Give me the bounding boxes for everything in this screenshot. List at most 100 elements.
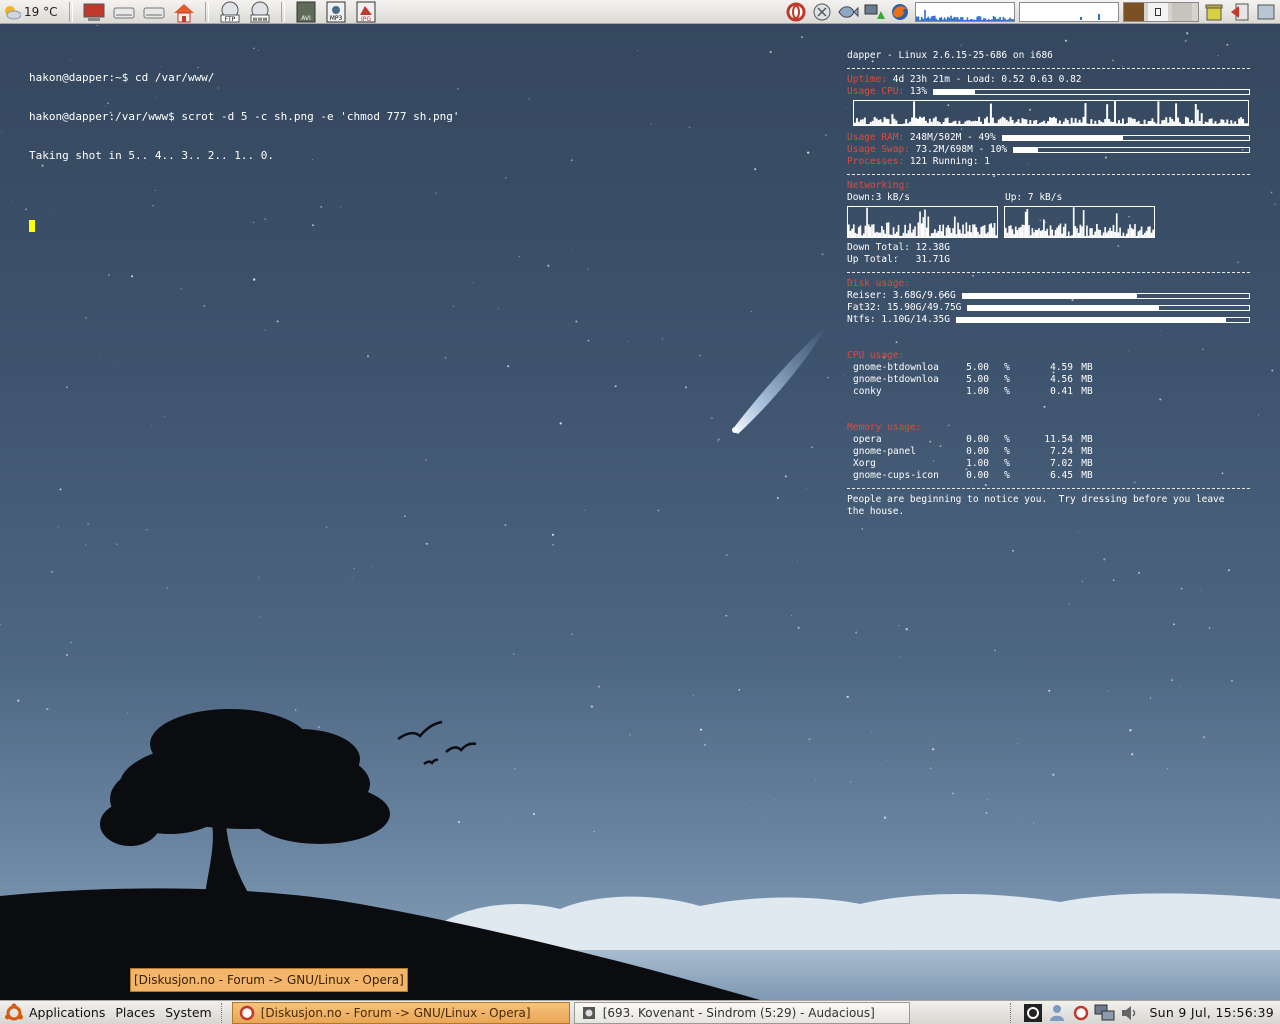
drive-2-launcher[interactable] xyxy=(141,1,167,23)
graph-bar xyxy=(909,121,912,125)
opera-launcher[interactable] xyxy=(785,1,807,23)
jpg-launcher[interactable]: JPG xyxy=(353,1,379,23)
audacious-tray[interactable] xyxy=(1021,1002,1045,1024)
graph-bar xyxy=(940,16,943,21)
graph-bar xyxy=(964,121,967,125)
net-monitor-graph[interactable] xyxy=(1019,1,1119,22)
main-menu[interactable]: Applications xyxy=(0,1003,110,1023)
task-opera[interactable]: [Diskusjon.no - Forum -> GNU/Linux - Ope… xyxy=(231,1001,570,1024)
places-menu[interactable]: Places xyxy=(110,1005,160,1020)
logout-button[interactable] xyxy=(1229,1,1251,23)
show-desktop-button[interactable] xyxy=(1255,1,1277,23)
graph-bar xyxy=(1109,227,1111,237)
net-up-rate: Up: 7 kB/s xyxy=(1005,192,1063,203)
network-launcher[interactable] xyxy=(863,1,885,23)
conky-swap-usage: Usage Swap: 73.2M/698M - 10% xyxy=(847,144,1250,156)
graph-bar xyxy=(991,117,994,125)
www-launcher[interactable]: www xyxy=(247,1,273,23)
graph-bar xyxy=(966,120,969,125)
network-tray[interactable] xyxy=(1093,1002,1117,1024)
graph-bar xyxy=(1033,120,1036,125)
graph-bar xyxy=(1139,230,1141,237)
graph-bar xyxy=(1059,223,1062,237)
star xyxy=(750,310,752,313)
graph-bar xyxy=(919,116,921,125)
graph-bar xyxy=(1214,121,1217,125)
graph-bar xyxy=(1114,231,1116,237)
graph-bar xyxy=(965,19,967,21)
graph-bar xyxy=(955,16,957,21)
graph-bar xyxy=(1107,230,1110,237)
graph-bar xyxy=(971,19,974,21)
window-tooltip: [Diskusjon.no - Forum -> GNU/Linux - Ope… xyxy=(130,968,408,992)
applications-menu[interactable]: Applications xyxy=(24,1005,110,1020)
graph-bar xyxy=(861,119,864,125)
star xyxy=(70,641,72,644)
graph-bar xyxy=(1104,226,1106,237)
graph-bar xyxy=(1171,118,1174,125)
trash-applet[interactable] xyxy=(1203,1,1225,23)
graph-bar xyxy=(1220,119,1223,125)
firefox-launcher[interactable] xyxy=(889,1,911,23)
terminal-output[interactable]: hakon@dapper:~$ cd /var/www/ hakon@dappe… xyxy=(29,45,459,246)
star xyxy=(699,728,703,731)
mp3-launcher[interactable]: MP3 xyxy=(323,1,349,23)
mem-monitor-graph[interactable] xyxy=(1123,1,1199,22)
panel-handle[interactable] xyxy=(1010,1002,1017,1023)
graph-bar xyxy=(1048,235,1050,237)
cpu-monitor-graph[interactable] xyxy=(915,1,1015,22)
system-menu[interactable]: System xyxy=(160,1005,217,1020)
graph-bar xyxy=(885,118,888,125)
disk-fat32-bar xyxy=(967,305,1250,311)
graph-bar xyxy=(1088,123,1091,125)
star xyxy=(1064,39,1068,42)
graph-bar xyxy=(863,117,866,125)
star xyxy=(424,459,427,461)
audacious-task-icon xyxy=(582,1006,595,1019)
graph-bar xyxy=(904,224,906,237)
graph-bar xyxy=(980,226,983,237)
graph-bar xyxy=(1149,121,1152,125)
graph-bar xyxy=(887,119,890,125)
birds xyxy=(397,720,477,766)
gaim-tray[interactable] xyxy=(1045,1002,1069,1024)
fish-launcher[interactable] xyxy=(837,1,859,23)
graph-bar xyxy=(950,122,953,125)
graph-bar xyxy=(976,121,979,125)
net-down-graph xyxy=(847,206,998,238)
drive-launcher[interactable] xyxy=(111,1,137,23)
graph-bar xyxy=(1105,232,1108,237)
graph-bar xyxy=(866,207,868,237)
graph-bar xyxy=(1155,123,1158,125)
graph-bar xyxy=(1084,103,1087,125)
graph-bar xyxy=(886,222,888,237)
graph-bar xyxy=(953,216,956,237)
task-audacious[interactable]: [693. Kovenant - Sindrom (5:29) - Audaci… xyxy=(573,1001,910,1024)
avi-launcher[interactable]: AVI xyxy=(293,1,319,23)
graph-bar xyxy=(1074,118,1077,125)
gaim-launcher[interactable] xyxy=(811,1,833,23)
star xyxy=(846,695,849,699)
graph-bar xyxy=(965,222,968,237)
weather-applet[interactable]: 19 °C xyxy=(3,1,57,23)
graph-bar xyxy=(1114,101,1117,125)
computer-launcher[interactable] xyxy=(81,1,107,23)
graph-bar xyxy=(911,117,914,125)
home-launcher[interactable] xyxy=(171,1,197,23)
mp3-icon: MP3 xyxy=(326,1,346,22)
graph-bar xyxy=(942,122,945,125)
graph-bar xyxy=(1068,123,1071,125)
graph-bar xyxy=(1079,224,1082,237)
ftp-launcher[interactable]: FTP xyxy=(217,1,243,23)
star xyxy=(325,526,328,528)
volume-control[interactable] xyxy=(1117,1002,1141,1024)
graph-bar xyxy=(1091,228,1093,237)
opera-tray[interactable] xyxy=(1069,1002,1093,1024)
graph-bar xyxy=(919,19,921,21)
panel-handle[interactable] xyxy=(220,1002,228,1023)
graph-bar xyxy=(1159,124,1162,125)
star xyxy=(1103,558,1106,561)
clock[interactable]: Sun 9 Jul, 15:56:39 xyxy=(1149,1005,1274,1020)
graph-bar xyxy=(1122,232,1125,237)
graph-bar xyxy=(986,19,988,21)
